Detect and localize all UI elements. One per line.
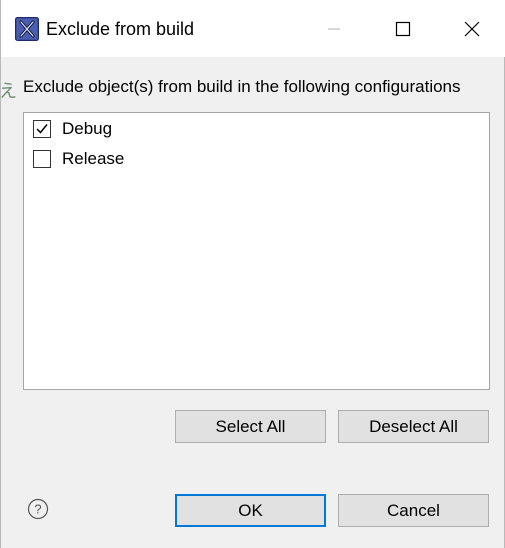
list-item-label: Debug [62, 119, 113, 138]
list-item-release[interactable]: Release [33, 148, 124, 170]
release-checkbox[interactable] [33, 150, 51, 168]
debug-checkbox[interactable] [33, 120, 51, 138]
instruction-label: Exclude object(s) from build in the foll… [23, 77, 461, 96]
help-icon[interactable]: ? [27, 498, 49, 520]
maximize-button[interactable] [367, 0, 439, 57]
maximize-icon [395, 21, 411, 36]
cancel-button[interactable]: Cancel [338, 494, 489, 527]
svg-text:?: ? [34, 502, 41, 517]
list-item-debug[interactable]: Debug [33, 118, 112, 140]
checkmark-icon [36, 124, 48, 134]
list-item-label: Release [62, 149, 125, 168]
deselect-all-button[interactable]: Deselect All [338, 410, 489, 443]
configurations-list[interactable]: Debug Release [23, 112, 490, 390]
minimize-icon [328, 28, 340, 29]
window-title: Exclude from build [46, 19, 195, 39]
title-bar[interactable]: Exclude from build [1, 0, 505, 57]
select-all-button[interactable]: Select All [175, 410, 326, 443]
background-glyph: え [0, 81, 17, 101]
close-button[interactable] [436, 0, 505, 57]
x-app-icon [15, 17, 39, 41]
dialog-window: え Exclude from build Exclude object(s) f… [0, 0, 505, 548]
minimize-button[interactable] [298, 0, 370, 57]
close-icon [464, 21, 480, 36]
ok-button[interactable]: OK [175, 494, 326, 527]
